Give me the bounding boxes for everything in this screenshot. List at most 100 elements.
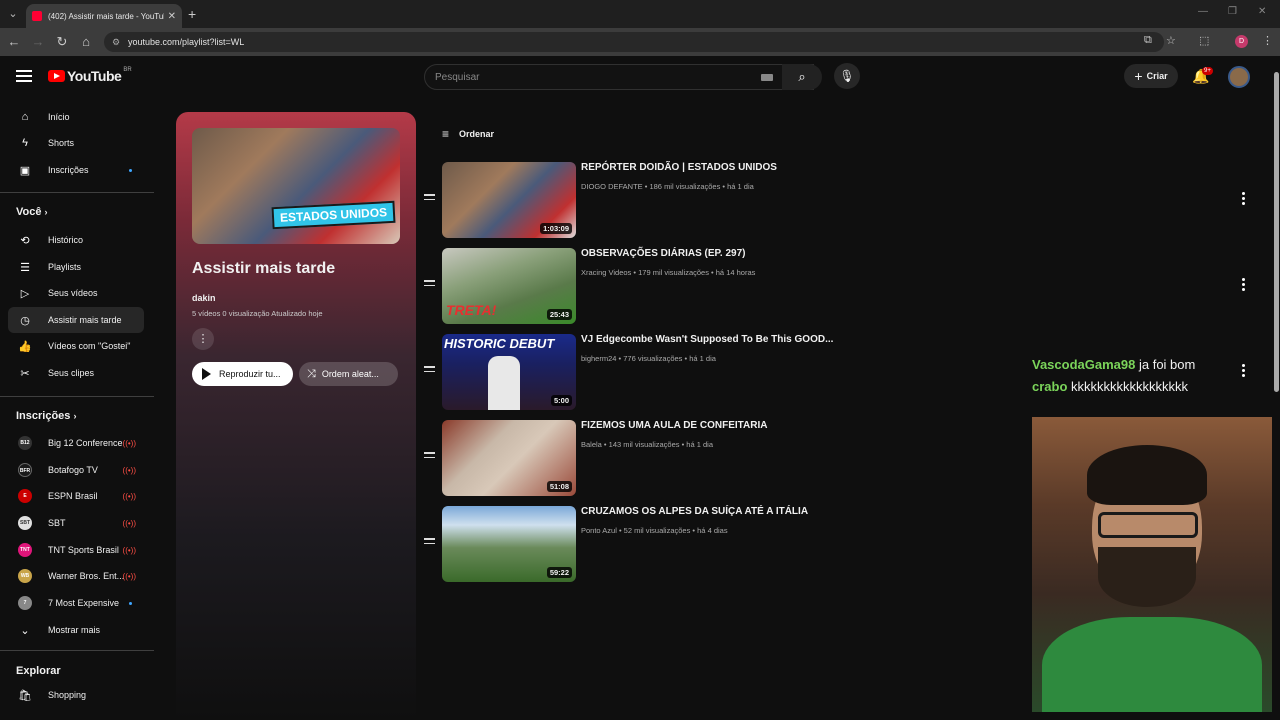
scrollbar-thumb[interactable] [1274, 72, 1279, 392]
sidebar-item-shorts[interactable]: ϟ Shorts [8, 130, 144, 156]
sidebar-item-inicio[interactable]: ⌂ Início [8, 104, 144, 130]
channel-label: Big 12 Conference [48, 438, 123, 448]
close-window-icon[interactable]: ✕ [1258, 6, 1266, 17]
sidebar-channel-botafogo[interactable]: BFR Botafogo TV ((•)) [8, 457, 144, 483]
drag-handle-icon[interactable] [424, 538, 435, 547]
sidebar-item-inscricoes[interactable]: ▣ Inscrições [8, 157, 144, 183]
logo-text: YouTube [67, 68, 122, 84]
playlist-title: Assistir mais tarde [192, 260, 336, 277]
extensions-icon[interactable]: ⬚ [1199, 34, 1209, 47]
new-content-dot [129, 601, 132, 605]
sidebar-item-seus-clipes[interactable]: ✂ Seus clipes [8, 360, 144, 386]
maximize-icon[interactable]: ❐ [1228, 6, 1237, 17]
video-more-options-icon[interactable] [1242, 278, 1246, 293]
sidebar: ⌂ Início ϟ Shorts ▣ Inscrições Você › ⟲ Hist… [0, 100, 160, 720]
guide-menu-icon[interactable] [16, 70, 32, 82]
browser-menu-icon[interactable]: ⋮ [1262, 34, 1273, 47]
install-app-icon[interactable]: ⧉ [1144, 34, 1152, 47]
search-button[interactable]: ⌕ [782, 64, 822, 90]
sidebar-item-seus-videos[interactable]: ▷ Seus vídeos [8, 280, 144, 306]
playlist-video-row[interactable]: 1:03:09 REPÓRTER DOIDÃO | ESTADOS UNIDOS… [420, 160, 1260, 240]
sidebar-channel-big12[interactable]: B12 Big 12 Conference ((•)) [8, 430, 144, 456]
video-thumbnail[interactable]: HISTORIC DEBUT 5:00 [442, 334, 576, 410]
sort-label: Ordenar [459, 129, 495, 139]
sidebar-channel-7most[interactable]: 7 7 Most Expensive [8, 590, 144, 616]
youtube-logo[interactable]: YouTube BR [48, 67, 132, 84]
site-info-icon[interactable]: ⚙ [112, 37, 122, 47]
browser-tab-active[interactable]: (402) Assistir mais tarde - YouTube ✕ [26, 4, 182, 28]
sidebar-channel-warner[interactable]: WB Warner Bros. Ent... ((•)) [8, 563, 144, 589]
page-scrollbar[interactable] [1272, 62, 1280, 720]
like-icon: 👍 [18, 340, 32, 353]
history-icon: ⟲ [20, 234, 30, 247]
home-icon[interactable]: ⌂ [78, 34, 94, 49]
bookmark-star-icon[interactable]: ☆ [1166, 34, 1176, 47]
playlist-thumbnail[interactable]: ESTADOS UNIDOS [192, 128, 400, 244]
close-tab-icon[interactable]: ✕ [168, 11, 176, 22]
sort-button[interactable]: ≡ Ordenar [442, 127, 494, 141]
account-avatar[interactable] [1228, 66, 1250, 88]
back-icon[interactable]: ← [6, 34, 22, 49]
video-title[interactable]: REPÓRTER DOIDÃO | ESTADOS UNIDOS [581, 162, 777, 173]
search-input[interactable]: Pesquisar [424, 64, 814, 90]
sidebar-item-historico[interactable]: ⟲ Histórico [8, 227, 144, 253]
video-thumbnail[interactable]: TRETA! 25:43 [442, 248, 576, 324]
browser-tab-strip: ⌄ (402) Assistir mais tarde - YouTube ✕ … [0, 0, 1280, 28]
sidebar-channel-espn[interactable]: E ESPN Brasil ((•)) [8, 483, 144, 509]
video-more-options-icon[interactable] [1242, 192, 1246, 207]
thumbnail-text: HISTORIC DEBUT [444, 336, 555, 351]
new-tab-button[interactable]: + [188, 6, 196, 22]
video-thumbnail[interactable]: 1:03:09 [442, 162, 576, 238]
video-thumbnail[interactable]: 51:08 [442, 420, 576, 496]
subscriptions-section-heading[interactable]: Inscrições › [16, 410, 76, 422]
channel-avatar: E [18, 489, 32, 503]
minimize-icon[interactable]: — [1198, 6, 1208, 17]
video-title[interactable]: FIZEMOS UMA AULA DE CONFEITARIA [581, 420, 767, 431]
forward-icon[interactable]: → [30, 34, 46, 49]
video-more-options-icon[interactable] [1242, 364, 1246, 379]
clips-icon: ✂ [20, 367, 30, 380]
search-placeholder: Pesquisar [435, 71, 480, 83]
video-thumbnail[interactable]: 59:22 [442, 506, 576, 582]
playlist-meta: 5 vídeos 0 visualização Atualizado hoje [192, 309, 323, 318]
drag-handle-icon[interactable] [424, 366, 435, 375]
sidebar-item-assistir-mais-tarde[interactable]: ◷ Assistir mais tarde [8, 307, 144, 333]
webcam-hair [1087, 445, 1207, 505]
sidebar-item-shopping[interactable]: 🛍 Shopping [8, 682, 144, 708]
keyboard-icon[interactable] [761, 74, 773, 81]
chat-text: ja foi bom [1138, 357, 1196, 372]
drag-handle-icon[interactable] [424, 280, 435, 289]
youtube-favicon-icon [32, 11, 42, 21]
sidebar-item-liked-videos[interactable]: 👍 Vídeos com "Gostei" [8, 333, 144, 359]
divider [0, 650, 154, 651]
you-section-heading[interactable]: Você › [16, 206, 48, 218]
sidebar-channel-tnt[interactable]: TNT TNT Sports Brasil ((•)) [8, 537, 144, 563]
drag-handle-icon[interactable] [424, 452, 435, 461]
chevron-down-icon: ⌄ [20, 624, 30, 637]
create-button[interactable]: + Criar [1124, 64, 1178, 88]
sidebar-show-more[interactable]: ⌄ Mostrar mais [8, 617, 144, 643]
video-title[interactable]: VJ Edgecombe Wasn't Supposed To Be This … [581, 334, 833, 345]
url-text: youtube.com/playlist?list=WL [128, 37, 245, 47]
sidebar-channel-sbt[interactable]: SBT SBT ((•)) [8, 510, 144, 536]
sidebar-item-label: Shorts [48, 138, 75, 148]
reload-icon[interactable]: ↻ [54, 34, 70, 50]
tab-search-dropdown[interactable]: ⌄ [4, 5, 22, 23]
drag-handle-icon[interactable] [424, 194, 435, 203]
youtube-header: YouTube BR Pesquisar ⌕ 🎙 + Criar 🔔 9+ [0, 56, 1280, 100]
live-icon: ((•)) [122, 438, 136, 448]
address-bar[interactable]: ⚙ youtube.com/playlist?list=WL [104, 32, 1164, 52]
play-all-button[interactable]: Reproduzir tu... [192, 362, 293, 386]
voice-search-button[interactable]: 🎙 [834, 63, 860, 89]
playlist-owner[interactable]: dakin [192, 293, 216, 303]
youtube-play-icon [48, 70, 65, 82]
playlist-video-row[interactable]: TRETA! 25:43 OBSERVAÇÕES DIÁRIAS (EP. 29… [420, 246, 1260, 326]
shuffle-button[interactable]: ⤨ Ordem aleat... [299, 362, 398, 386]
sidebar-item-playlists[interactable]: ☰ Playlists [8, 254, 144, 280]
video-title[interactable]: CRUZAMOS OS ALPES DA SUÍÇA ATÉ A ITÁLIA [581, 506, 808, 517]
video-title[interactable]: OBSERVAÇÕES DIÁRIAS (EP. 297) [581, 248, 746, 259]
live-icon: ((•)) [122, 518, 136, 528]
sidebar-item-label: Seus clipes [48, 368, 95, 378]
browser-profile-avatar[interactable]: D [1235, 35, 1248, 48]
playlist-more-options-icon[interactable]: ⋮ [192, 328, 214, 350]
